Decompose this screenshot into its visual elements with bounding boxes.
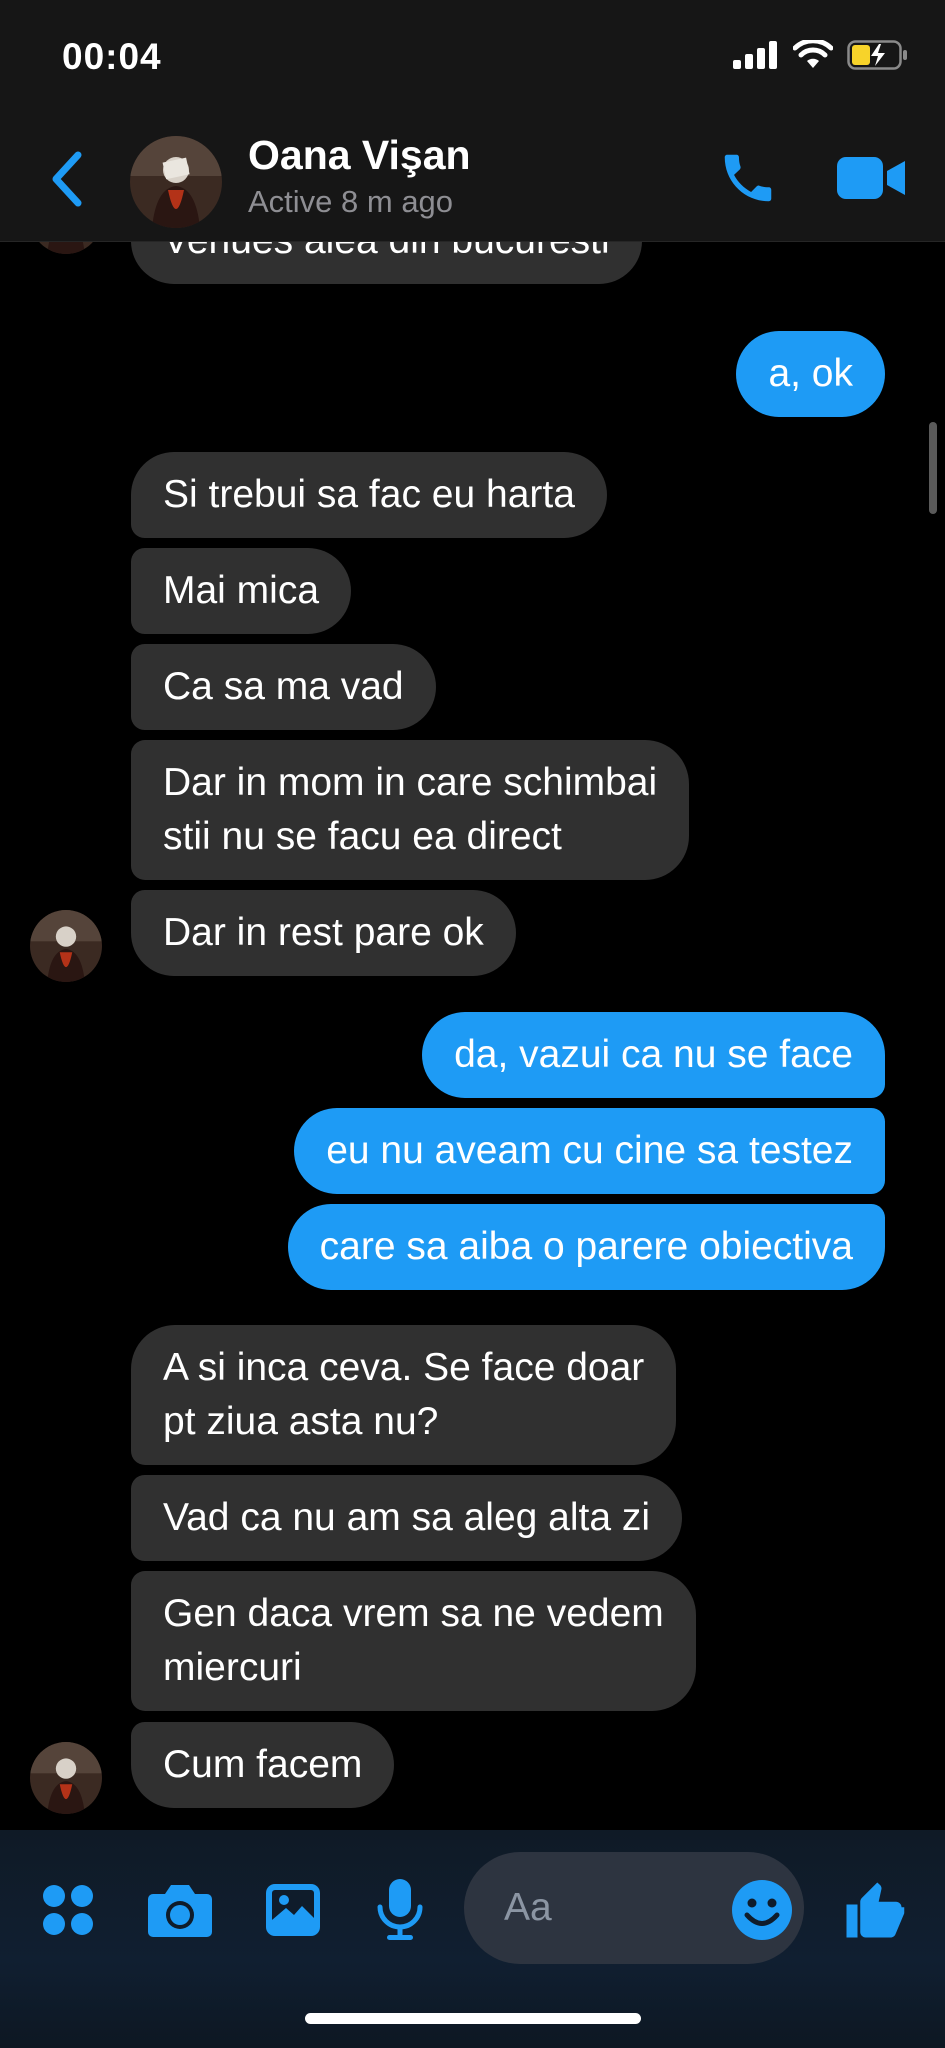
message-bubble-incoming[interactable]: Venues alea din bucuresti: [131, 242, 642, 284]
message-bubble-incoming[interactable]: Dar in rest pare ok: [131, 890, 516, 976]
audio-call-button[interactable]: [712, 142, 784, 214]
sender-avatar[interactable]: [30, 910, 102, 982]
thread-scrollbar[interactable]: [929, 422, 937, 514]
chevron-left-icon: [52, 151, 82, 207]
emoji-button[interactable]: [730, 1878, 794, 1942]
camera-button[interactable]: [144, 1872, 216, 1948]
chat-header: Oana Vişan Active 8 m ago: [0, 120, 945, 242]
sender-avatar[interactable]: [30, 1742, 102, 1814]
back-button[interactable]: [38, 144, 94, 214]
gallery-button[interactable]: [260, 1872, 326, 1948]
contact-avatar[interactable]: [130, 136, 222, 228]
sender-avatar[interactable]: [30, 242, 102, 254]
message-bubble-outgoing[interactable]: care sa aiba o parere obiectiva: [287, 1204, 885, 1290]
message-bubble-outgoing[interactable]: a, ok: [736, 331, 885, 417]
signal-icon: [733, 41, 777, 69]
home-indicator[interactable]: [305, 2013, 641, 2024]
message-bubble-incoming[interactable]: Vad ca nu am sa aleg alta zi: [131, 1475, 683, 1561]
microphone-icon: [377, 1879, 423, 1940]
status-bar: 00:04: [0, 0, 945, 120]
message-bubble-incoming[interactable]: Cum facem: [131, 1722, 395, 1808]
message-bubble-incoming[interactable]: Dar in mom in care schimbai stii nu se f…: [131, 740, 690, 880]
phone-icon: [724, 154, 772, 202]
status-icons: [733, 40, 909, 70]
message-bubble-incoming[interactable]: Si trebui sa fac eu harta: [131, 452, 607, 538]
like-button[interactable]: [836, 1872, 912, 1948]
contact-name[interactable]: Oana Vişan: [248, 132, 471, 179]
message-bubble-outgoing[interactable]: eu nu aveam cu cine sa testez: [294, 1108, 885, 1194]
video-camera-icon: [837, 157, 905, 199]
thumbs-up-icon: [846, 1882, 905, 1938]
message-thread[interactable]: Venues alea din bucuresti a, ok Si trebu…: [0, 242, 945, 1830]
contact-active-status: Active 8 m ago: [248, 184, 454, 219]
message-line: miercuri: [163, 1646, 302, 1689]
message-line: Gen daca vrem sa ne vedem: [163, 1592, 664, 1635]
message-bubble-incoming[interactable]: Mai mica: [131, 548, 352, 634]
message-line: Dar in mom in care schimbai: [163, 761, 658, 804]
battery-icon: [847, 40, 907, 70]
voice-message-button[interactable]: [370, 1872, 430, 1948]
image-icon: [266, 1884, 320, 1936]
message-line: A si inca ceva. Se face doar: [163, 1346, 645, 1389]
video-call-button[interactable]: [832, 146, 912, 210]
message-bubble-outgoing[interactable]: da, vazui ca nu se face: [422, 1012, 885, 1098]
status-time: 00:04: [62, 36, 162, 77]
wifi-icon: [793, 40, 833, 68]
smiley-icon: [732, 1880, 792, 1940]
camera-icon: [148, 1885, 212, 1937]
message-input[interactable]: [504, 1878, 724, 1938]
message-bubble-incoming[interactable]: A si inca ceva. Se face doar pt ziua ast…: [131, 1325, 677, 1465]
message-input-pill[interactable]: [464, 1852, 804, 1964]
message-bubble-incoming[interactable]: Gen daca vrem sa ne vedem miercuri: [131, 1571, 696, 1711]
four-dots-icon: [43, 1885, 93, 1935]
message-line: stii nu se facu ea direct: [163, 815, 562, 858]
apps-button[interactable]: [36, 1872, 100, 1948]
message-bubble-incoming[interactable]: Ca sa ma vad: [131, 644, 436, 730]
message-line: pt ziua asta nu?: [163, 1400, 439, 1443]
